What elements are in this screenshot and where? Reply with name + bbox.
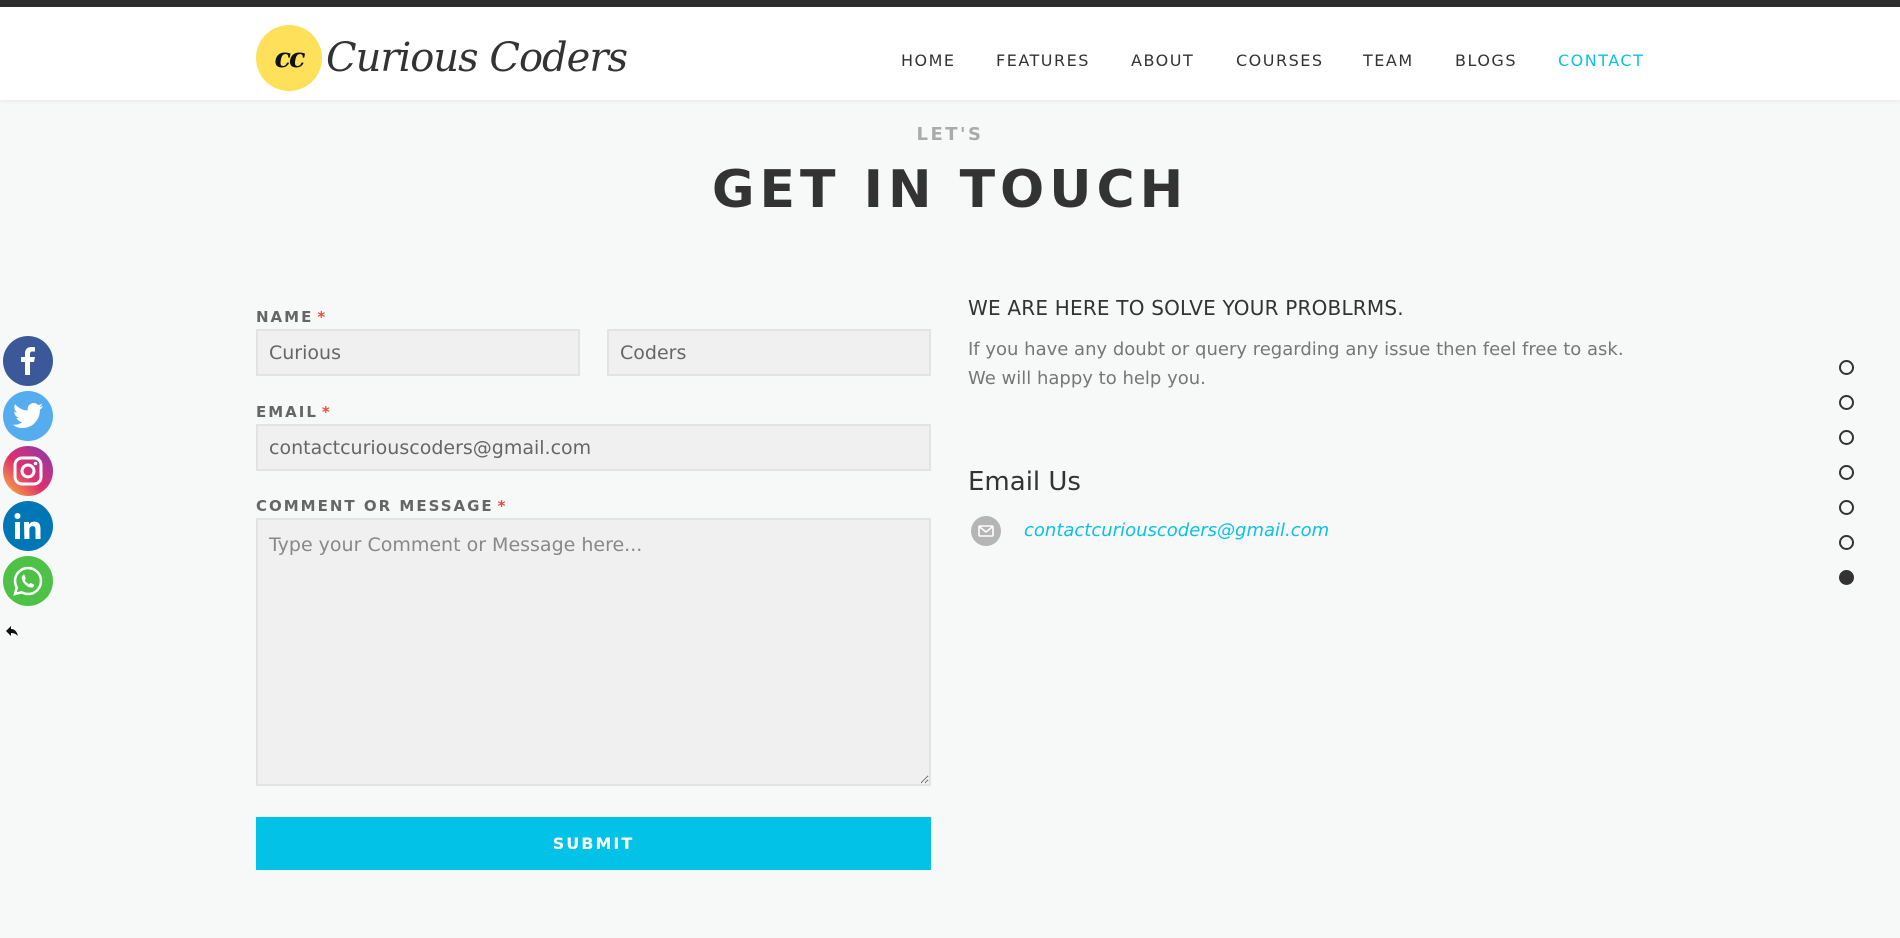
info-heading: WE ARE HERE TO SOLVE YOUR PROBLRMS. [968, 296, 1404, 320]
section-dot-2[interactable] [1839, 395, 1854, 410]
main-nav: HOME FEATURES ABOUT COURSES TEAM BLOGS C… [0, 51, 1900, 71]
section-eyebrow: LET'S [916, 124, 984, 145]
nav-about[interactable]: ABOUT [1131, 51, 1194, 70]
submit-button[interactable]: SUBMIT [256, 817, 931, 870]
section-dot-5[interactable] [1839, 500, 1854, 515]
nav-home[interactable]: HOME [901, 51, 956, 70]
message-label: COMMENT OR MESSAGE * [256, 497, 508, 515]
email-input[interactable] [256, 424, 931, 471]
top-border-bar [0, 0, 1900, 7]
whatsapp-icon[interactable] [3, 556, 53, 606]
name-label-text: NAME [256, 308, 314, 326]
site-header: cc Curious Coders HOME FEATURES ABOUT CO… [0, 7, 1900, 100]
instagram-icon[interactable] [3, 446, 53, 496]
info-text: If you have any doubt or query regarding… [968, 339, 1624, 389]
last-name-input[interactable] [607, 329, 931, 376]
twitter-icon[interactable] [3, 391, 53, 441]
email-link[interactable]: contactcuriouscoders@gmail.com [1024, 520, 1329, 541]
section-dot-4[interactable] [1839, 465, 1854, 480]
section-dot-1[interactable] [1839, 360, 1854, 375]
section-title: GET IN TOUCH [711, 160, 1189, 220]
hide-social-bar-icon[interactable] [5, 623, 19, 637]
envelope-icon [971, 516, 1001, 546]
required-mark: * [321, 403, 332, 421]
section-dot-6[interactable] [1839, 535, 1854, 550]
required-mark: * [497, 497, 508, 515]
first-name-input[interactable] [256, 329, 580, 376]
email-label: EMAIL * [256, 403, 332, 421]
email-title: Email Us [968, 467, 1081, 497]
nav-features[interactable]: FEATURES [996, 51, 1090, 70]
section-dot-3[interactable] [1839, 430, 1854, 445]
nav-team[interactable]: TEAM [1363, 51, 1414, 70]
linkedin-icon[interactable] [3, 501, 53, 551]
nav-contact[interactable]: CONTACT [1558, 51, 1644, 70]
nav-courses[interactable]: COURSES [1236, 51, 1324, 70]
name-label: NAME * [256, 308, 327, 326]
section-dot-7-active[interactable] [1839, 570, 1854, 585]
facebook-icon[interactable] [3, 336, 53, 386]
message-textarea[interactable] [256, 518, 931, 786]
email-label-text: EMAIL [256, 403, 318, 421]
message-label-text: COMMENT OR MESSAGE [256, 497, 494, 515]
required-mark: * [317, 308, 328, 326]
nav-blogs[interactable]: BLOGS [1455, 51, 1517, 70]
